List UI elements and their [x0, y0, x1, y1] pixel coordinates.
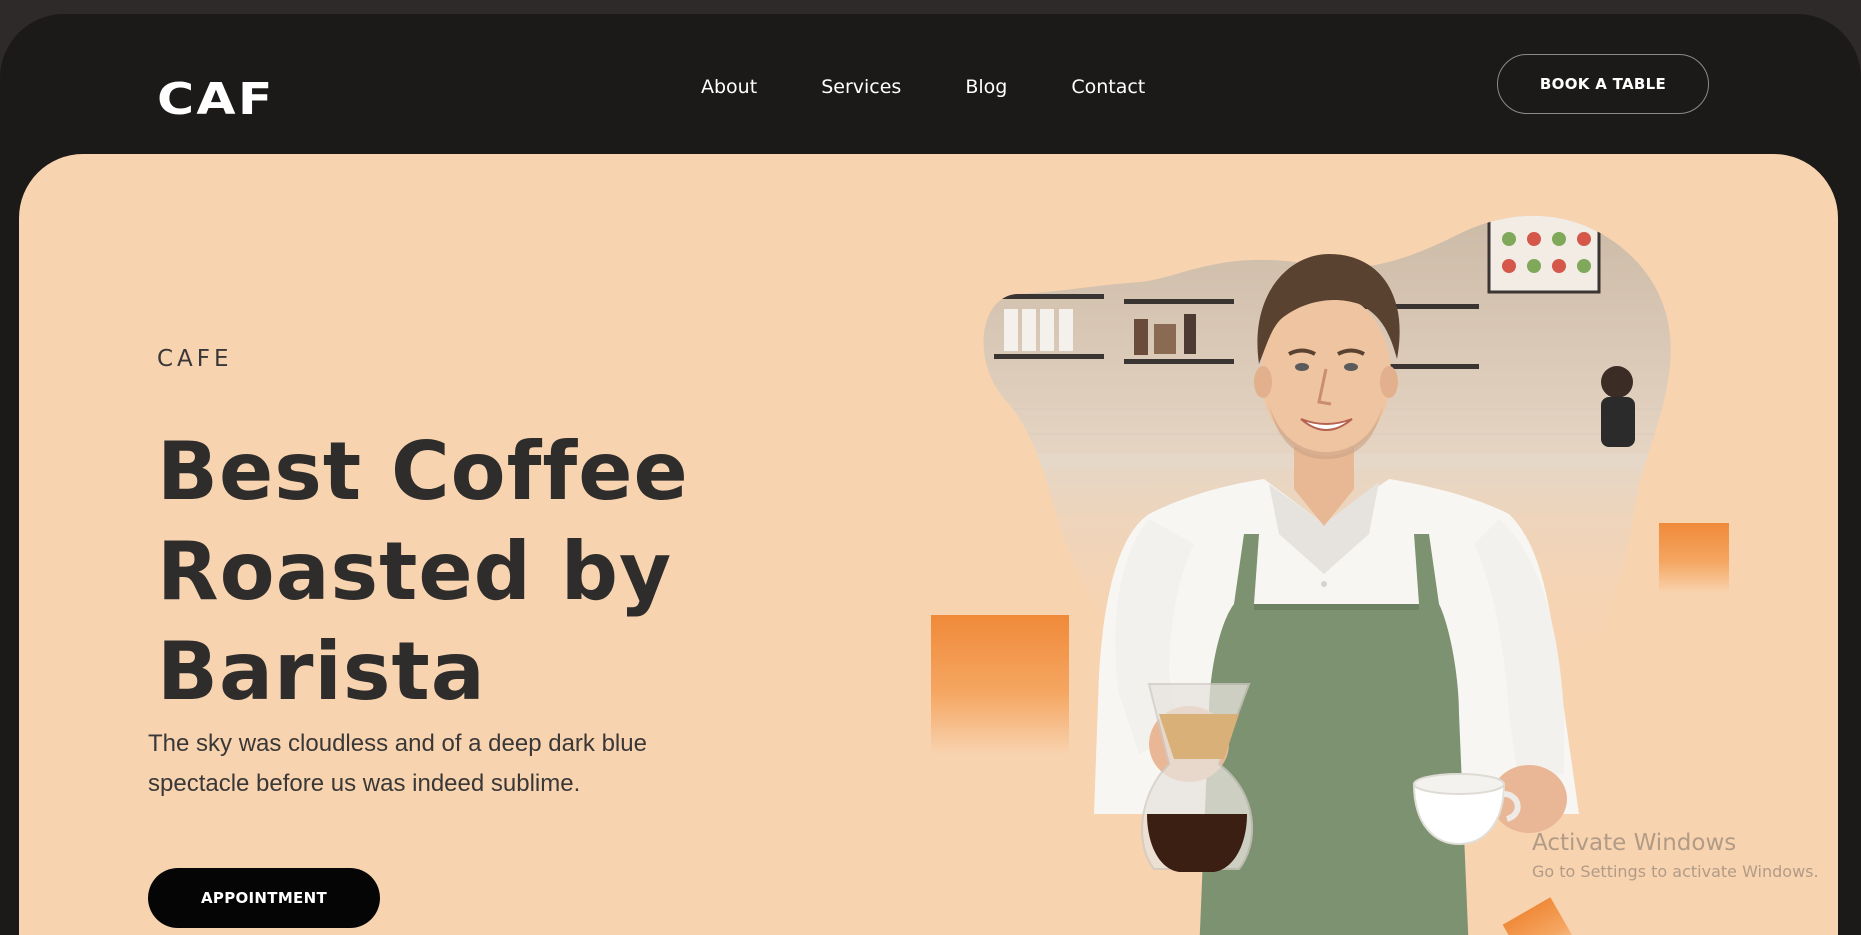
nav-link-contact[interactable]: Contact: [1071, 76, 1145, 98]
nav-link-blog[interactable]: Blog: [965, 76, 1007, 98]
brand-logo[interactable]: CAF: [157, 74, 275, 125]
nav-link-services[interactable]: Services: [821, 76, 901, 98]
activation-title: Activate Windows: [1532, 830, 1737, 856]
page-frame: CAF About Services Blog Contact BOOK A T…: [0, 14, 1861, 935]
windows-activation-overlay: Activate Windows Go to Settings to activ…: [1532, 830, 1819, 881]
barista-photo-icon: [983, 215, 1671, 935]
hero-section: CAFE Best Coffee Roasted by Barista The …: [19, 154, 1838, 935]
book-a-table-button[interactable]: BOOK A TABLE: [1497, 54, 1709, 114]
main-menu: About Services Blog Contact: [701, 76, 1145, 98]
nav-link-about[interactable]: About: [701, 76, 757, 98]
hero-image-area: [19, 154, 1838, 935]
activation-subtitle: Go to Settings to activate Windows.: [1532, 862, 1819, 881]
top-navigation: CAF About Services Blog Contact BOOK A T…: [0, 14, 1861, 154]
